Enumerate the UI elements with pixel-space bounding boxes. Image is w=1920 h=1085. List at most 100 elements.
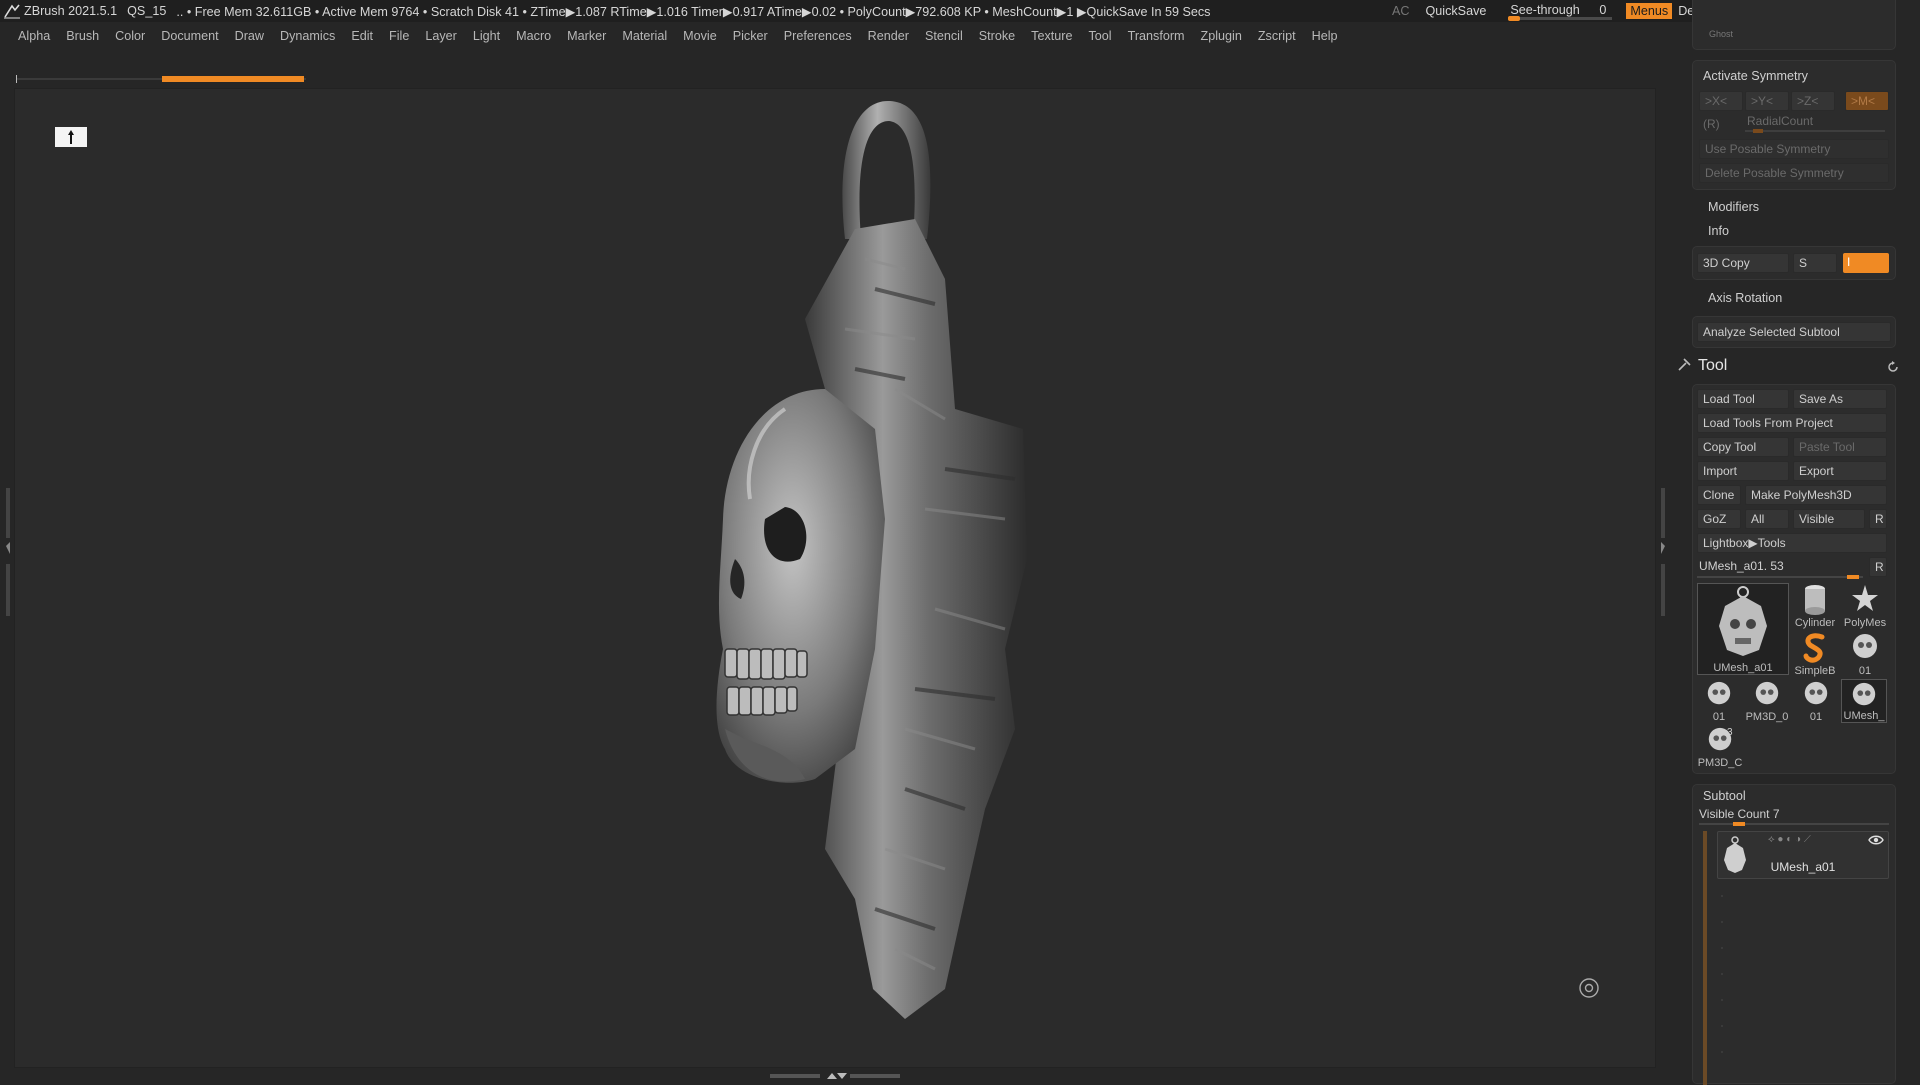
tool-thumb-01-c[interactable]: 01 <box>1793 679 1839 723</box>
transform-group-top: Ghost <box>1692 0 1896 50</box>
activate-symmetry-button[interactable]: Activate Symmetry <box>1703 69 1808 83</box>
bottom-tray-handle-icon[interactable] <box>770 1071 900 1080</box>
menu-alpha[interactable]: Alpha <box>18 29 50 43</box>
menu-render[interactable]: Render <box>868 29 909 43</box>
quicksave-button[interactable]: QuickSave <box>1425 4 1486 18</box>
menu-movie[interactable]: Movie <box>683 29 717 43</box>
pin-icon[interactable] <box>1676 357 1692 373</box>
radial-r-toggle[interactable]: (R) <box>1703 117 1720 131</box>
copy3d-s-button[interactable]: S <box>1793 253 1837 273</box>
sym-y-button[interactable]: >Y< <box>1745 91 1789 111</box>
tool-thumb-label: UMesh_ <box>1843 710 1885 722</box>
copy3d-i-button[interactable]: I <box>1843 253 1889 273</box>
goz-r-button[interactable]: R <box>1869 509 1887 529</box>
ac-toggle[interactable]: AC <box>1392 4 1410 18</box>
eye-icon[interactable] <box>1868 834 1884 846</box>
menu-texture[interactable]: Texture <box>1031 29 1072 43</box>
delete-posable-symmetry-button[interactable]: Delete Posable Symmetry <box>1699 163 1889 183</box>
menu-draw[interactable]: Draw <box>235 29 264 43</box>
copy3d-button[interactable]: 3D Copy <box>1697 253 1789 273</box>
tool-thumb-label: 01 <box>1858 665 1872 677</box>
menus-toggle[interactable]: Menus <box>1626 3 1673 19</box>
simplebrush-s-icon <box>1803 633 1825 663</box>
menu-tool[interactable]: Tool <box>1088 29 1111 43</box>
save-as-button[interactable]: Save As <box>1793 389 1887 409</box>
menu-light[interactable]: Light <box>473 29 500 43</box>
sym-z-button[interactable]: >Z< <box>1791 91 1835 111</box>
load-tools-from-project-button[interactable]: Load Tools From Project <box>1697 413 1887 433</box>
modifiers-subpalette[interactable]: Modifiers <box>1708 200 1759 214</box>
tool-thumb-cylinder[interactable]: Cylinder <box>1791 583 1839 629</box>
timeline-strip[interactable] <box>16 75 306 83</box>
subtool-subpalette-title[interactable]: Subtool <box>1703 789 1746 803</box>
menu-marker[interactable]: Marker <box>567 29 606 43</box>
tool-thumb-label: SimpleB <box>1794 665 1836 677</box>
menu-zplugin[interactable]: Zplugin <box>1201 29 1242 43</box>
menu-brush[interactable]: Brush <box>66 29 99 43</box>
use-posable-symmetry-button[interactable]: Use Posable Symmetry <box>1699 139 1889 159</box>
sym-x-button[interactable]: >X< <box>1699 91 1743 111</box>
menu-document[interactable]: Document <box>161 29 218 43</box>
goz-all-button[interactable]: All <box>1745 509 1789 529</box>
compass-icon[interactable] <box>1578 977 1600 999</box>
left-tray-handle-icon[interactable] <box>4 488 12 616</box>
right-tray-handle-icon[interactable] <box>1659 488 1667 616</box>
menu-zscript[interactable]: Zscript <box>1258 29 1296 43</box>
analyze-selected-subtool-button[interactable]: Analyze Selected Subtool <box>1697 322 1891 342</box>
goz-button[interactable]: GoZ <box>1697 509 1741 529</box>
lightbox-tools-button[interactable]: Lightbox▶Tools <box>1697 533 1887 553</box>
skull-thumb-icon <box>1707 681 1731 705</box>
menu-color[interactable]: Color <box>115 29 145 43</box>
paste-tool-button[interactable]: Paste Tool <box>1793 437 1887 457</box>
load-tool-button[interactable]: Load Tool <box>1697 389 1789 409</box>
ghost-label[interactable]: Ghost <box>1709 29 1733 39</box>
tool-thumb-label: UMesh_a01 <box>1713 662 1773 674</box>
menu-stencil[interactable]: Stencil <box>925 29 963 43</box>
zbrush-logo-icon <box>4 4 20 19</box>
tool-thumb-umesh[interactable]: UMesh_ <box>1841 679 1887 723</box>
skull-pendant-model[interactable] <box>705 89 1045 1029</box>
canvas-viewport[interactable] <box>14 88 1656 1068</box>
info-subpalette[interactable]: Info <box>1708 224 1729 238</box>
menu-stroke[interactable]: Stroke <box>979 29 1015 43</box>
subtool-row-umesh-a01[interactable]: ⟡ ● ◐ ◑ ⟋ UMesh_a01 <box>1717 831 1889 879</box>
tool-thumb-label: PM3D_C <box>1697 757 1743 769</box>
tool-thumb-01-b[interactable]: 01 <box>1697 679 1741 723</box>
tool-thumb-polymesh[interactable]: PolyMes <box>1841 583 1889 629</box>
tool-thumb-label: Cylinder <box>1794 617 1836 629</box>
tool-thumb-simplebrush[interactable]: SimpleB <box>1791 631 1839 677</box>
menu-layer[interactable]: Layer <box>425 29 457 43</box>
tool-thumb-pm3d-c[interactable]: 3 PM3D_C <box>1697 725 1743 769</box>
axis-rotation-subpalette[interactable]: Axis Rotation <box>1708 291 1782 305</box>
goz-visible-button[interactable]: Visible <box>1793 509 1865 529</box>
see-through-slider[interactable]: See-through 0 <box>1504 1 1616 21</box>
menu-transform[interactable]: Transform <box>1128 29 1185 43</box>
make-polymesh3d-button[interactable]: Make PolyMesh3D <box>1745 485 1887 505</box>
visible-count-label: Visible Count 7 <box>1699 807 1780 821</box>
subtool-scrollbar[interactable] <box>1703 831 1707 1085</box>
radial-count-slider[interactable]: RadialCount <box>1745 113 1885 133</box>
tool-thumb-umesh-a01-main[interactable]: UMesh_a01 <box>1697 583 1789 675</box>
tool-thumb-pm3d-0[interactable]: PM3D_0 <box>1743 679 1791 723</box>
reset-icon[interactable] <box>1886 360 1900 374</box>
menu-macro[interactable]: Macro <box>516 29 551 43</box>
menu-preferences[interactable]: Preferences <box>784 29 852 43</box>
sym-m-button[interactable]: >M< <box>1845 91 1889 111</box>
skull-thumb-icon <box>1719 586 1767 656</box>
menu-help[interactable]: Help <box>1312 29 1338 43</box>
current-tool-slider[interactable]: UMesh_a01. 53 <box>1697 557 1863 579</box>
menu-edit[interactable]: Edit <box>351 29 373 43</box>
subtool-row-controls-icon[interactable]: ⟡ ● ◐ ◑ ⟋ <box>1768 834 1811 845</box>
menu-picker[interactable]: Picker <box>733 29 768 43</box>
tool-thumb-01-a[interactable]: 01 <box>1841 631 1889 677</box>
export-button[interactable]: Export <box>1793 461 1887 481</box>
menu-dynamics[interactable]: Dynamics <box>280 29 335 43</box>
copy-tool-button[interactable]: Copy Tool <box>1697 437 1789 457</box>
import-button[interactable]: Import <box>1697 461 1789 481</box>
menu-file[interactable]: File <box>389 29 409 43</box>
current-tool-r-button[interactable]: R <box>1869 557 1887 577</box>
tool-palette-title[interactable]: Tool <box>1698 357 1727 375</box>
menu-material[interactable]: Material <box>622 29 667 43</box>
visible-count-slider[interactable]: Visible Count 7 <box>1699 807 1889 827</box>
clone-button[interactable]: Clone <box>1697 485 1741 505</box>
